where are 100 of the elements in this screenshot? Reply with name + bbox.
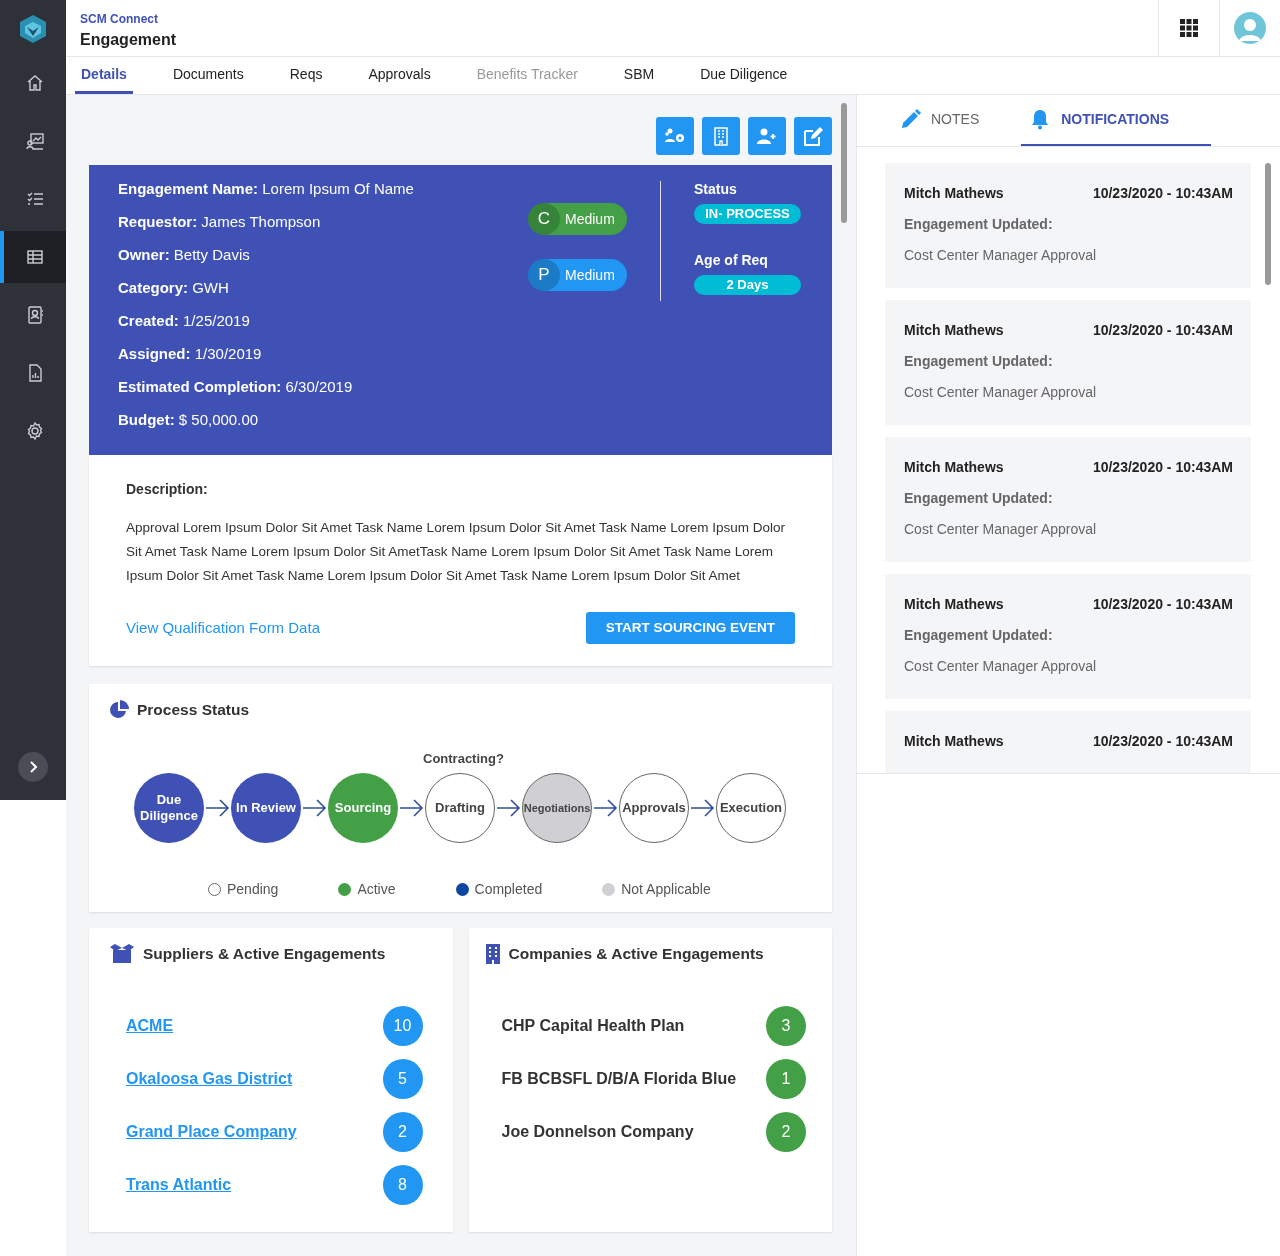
box-icon: [109, 943, 135, 964]
logo-icon[interactable]: [19, 13, 47, 44]
count-badge: 2: [382, 1111, 423, 1152]
process-stage: Approvals: [619, 773, 689, 844]
field-label: Age of Req: [694, 251, 769, 270]
field-value: Lorem Ipsum Of Name: [262, 180, 414, 197]
author-name: Mitch Mathews: [904, 595, 1004, 614]
home-icon: [25, 73, 45, 93]
tab[interactable]: Due Diligence: [694, 57, 794, 94]
chip-letter: P: [528, 259, 560, 291]
edit-button[interactable]: [794, 117, 832, 155]
legend-label: Completed: [474, 880, 543, 900]
section-title: Suppliers & Active Engagements: [143, 944, 386, 964]
description-label: Description:: [126, 480, 209, 499]
company-name: Joe Donnelson Company: [501, 1121, 694, 1142]
timestamp: 10/23/2020 - 10:43AM: [1092, 595, 1233, 614]
process-stage: Drafting: [425, 773, 495, 844]
section-title: Process Status: [137, 700, 249, 720]
field-label: Owner:: [118, 246, 170, 263]
supplier-link[interactable]: Okaloosa Gas District: [126, 1066, 293, 1091]
panel-tab[interactable]: NOTIFICATIONS: [1021, 95, 1212, 146]
timestamp: 10/23/2020 - 10:43AM: [1092, 321, 1233, 340]
field-label: Estimated Completion:: [118, 378, 282, 395]
legend-dot: [338, 883, 352, 897]
users-gear-button[interactable]: [656, 117, 694, 155]
field-label: Budget:: [118, 411, 175, 428]
legend-label: Not Applicable: [621, 880, 711, 900]
field-label: Assigned:: [118, 345, 191, 362]
company-name: CHP Capital Health Plan: [501, 1015, 685, 1036]
field-value: 1/25/2019: [183, 312, 250, 329]
notification-title: Engagement Updated:: [904, 489, 1054, 508]
legend-dot: [455, 883, 469, 897]
count-badge: 8: [382, 1164, 423, 1205]
count-badge: 5: [382, 1058, 423, 1099]
edit-icon: [802, 126, 824, 146]
notification-detail: Cost Center Manager Approval: [904, 657, 1098, 676]
notification-title: Engagement Updated:: [904, 626, 1054, 645]
page-title: Engagement: [80, 30, 177, 50]
section-title: Companies & Active Engagements: [508, 944, 764, 964]
chip-label: Medium: [565, 209, 615, 229]
avatar-icon: [1233, 11, 1267, 45]
age-pill: 2 Days: [694, 275, 801, 295]
author-name: Mitch Mathews: [904, 458, 1004, 477]
contact-icon: [25, 305, 45, 325]
sidebar-item[interactable]: [0, 231, 66, 283]
field-label: Created:: [118, 312, 179, 329]
description-text: Approval Lorem Ipsum Dolor Sit Amet Task Name Lorem Ipsum Dolor Sit Amet Task Name Lorem Ipsum Dolor Sit Amet Task Name Lorem Ipsum Dolor Sit AmetTask Name Lorem Ipsum Dolor Sit Amet Task Name Lorem Ipsum Dolor Sit Amet Task Name Lorem Ipsum Dolor Sit Amet Task Name Lorem Ipsum Dolor Sit Amet: [126, 519, 786, 585]
table-icon: [25, 247, 45, 267]
supplier-link[interactable]: ACME: [126, 1013, 174, 1038]
apps-grid-icon: [1180, 19, 1198, 37]
process-stage: Negotiations: [522, 773, 592, 844]
app-name: SCM Connect: [80, 11, 159, 28]
notification-detail: Cost Center Manager Approval: [904, 246, 1098, 265]
timestamp: 10/23/2020 - 10:43AM: [1092, 458, 1233, 477]
process-stage: Sourcing: [328, 773, 398, 844]
field-value: GWH: [192, 279, 229, 296]
supplier-link[interactable]: Grand Place Company: [126, 1119, 297, 1144]
tab[interactable]: Reqs: [283, 57, 329, 94]
legend-dot: [602, 883, 616, 897]
timestamp: 10/23/2020 - 10:43AM: [1092, 732, 1233, 751]
notification-detail: Cost Center Manager Approval: [904, 520, 1098, 539]
qualification-form-link[interactable]: View Qualification Form Data: [126, 616, 320, 640]
supplier-link[interactable]: Trans Atlantic: [126, 1172, 232, 1197]
field-value: $ 50,000.00: [178, 411, 259, 428]
notification-title: Engagement Updated:: [904, 352, 1054, 371]
expand-button[interactable]: [18, 752, 48, 782]
user-plus-icon: [756, 126, 778, 146]
author-name: Mitch Mathews: [904, 732, 1004, 751]
pencil-icon: [899, 108, 921, 131]
start-sourcing-button[interactable]: START SOURCING EVENT: [586, 612, 795, 644]
notification-detail: Cost Center Manager Approval: [904, 383, 1098, 402]
scrollbar[interactable]: [841, 103, 847, 223]
process-stage: Execution: [716, 773, 786, 844]
process-stage: Due Diligence: [134, 773, 204, 844]
process-stage: In Review: [231, 773, 301, 844]
field-label: Engagement Name:: [118, 180, 259, 197]
user-plus-button[interactable]: [748, 117, 786, 155]
count-badge: 3: [766, 1005, 806, 1046]
field-value: James Thompson: [201, 213, 321, 230]
timestamp: 10/23/2020 - 10:43AM: [1092, 184, 1233, 203]
scrollbar[interactable]: [1265, 163, 1271, 285]
panel-tab[interactable]: NOTES: [899, 95, 1022, 146]
tab[interactable]: Documents: [166, 57, 250, 94]
author-name: Mitch Mathews: [904, 321, 1004, 340]
chip-letter: C: [528, 203, 560, 235]
field-label: Category:: [118, 279, 188, 296]
field-value: Betty Davis: [173, 246, 250, 263]
building-icon: [484, 943, 501, 964]
legend-label: Active: [357, 880, 396, 900]
company-name: FB BCBSFL D/B/A Florida Blue: [501, 1068, 737, 1089]
chip-label: Medium: [565, 265, 615, 285]
tab[interactable]: SBM: [617, 57, 661, 94]
pie-chart-icon: [109, 699, 129, 720]
field-value: 6/30/2019: [285, 378, 353, 395]
count-badge: 2: [766, 1111, 806, 1152]
settings-icon: [25, 421, 45, 441]
legend-dot: [208, 883, 221, 897]
author-name: Mitch Mathews: [904, 184, 1004, 203]
tab[interactable]: Approvals: [362, 57, 437, 94]
status-pill: IN- PROCESS: [694, 204, 801, 224]
